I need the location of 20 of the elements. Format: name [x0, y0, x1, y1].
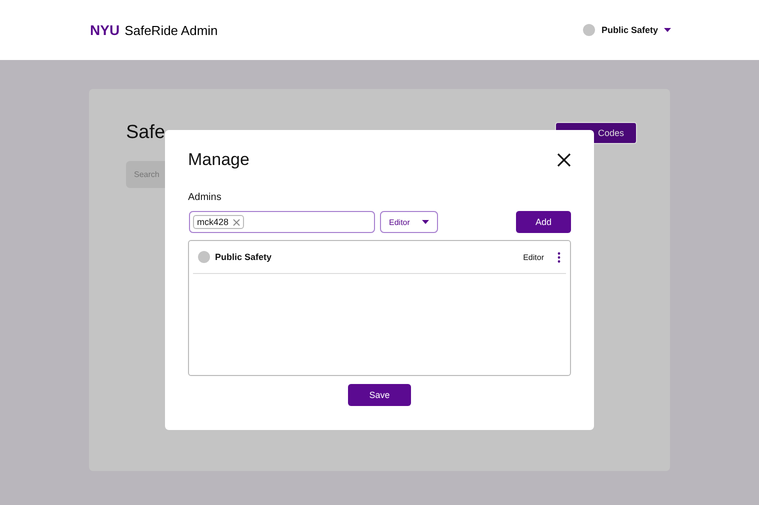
admin-role: Editor	[523, 252, 544, 262]
add-button[interactable]: Add	[516, 211, 571, 233]
caret-icon	[422, 220, 429, 224]
app-title: SafeRide Admin	[124, 23, 218, 38]
close-icon[interactable]	[557, 153, 571, 167]
more-icon[interactable]	[557, 252, 561, 262]
page-title: Safe	[126, 122, 166, 144]
caret-icon	[664, 28, 671, 32]
section-label: Admins	[188, 192, 222, 203]
admin-name: Public Safety	[215, 252, 272, 262]
role-dropdown[interactable]: Editor	[380, 211, 438, 233]
modal-title: Manage	[188, 150, 250, 170]
brand-logo: NYU	[90, 22, 120, 38]
save-button[interactable]: Save	[348, 384, 411, 406]
admin-input-field[interactable]: mck428	[189, 211, 375, 233]
user-chip[interactable]: mck428	[193, 215, 244, 229]
avatar-icon	[198, 251, 210, 263]
user-menu[interactable]: Public Safety	[583, 24, 671, 36]
remove-icon[interactable]	[232, 218, 240, 226]
avatar-icon	[583, 24, 596, 36]
